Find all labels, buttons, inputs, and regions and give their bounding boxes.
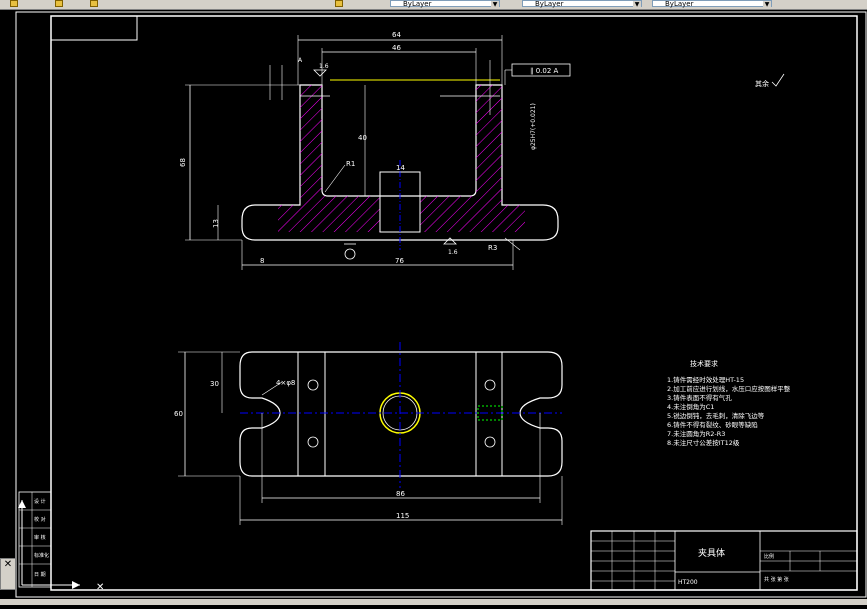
bolt-hole [307,379,319,391]
dim-span-inner: 86 [396,490,405,498]
chevron-down-icon[interactable]: ▼ [633,1,641,8]
tech-req-item: 6.铸件不得有裂纹、砂眼等缺陷 [667,420,758,429]
lock-icon[interactable] [90,0,98,7]
sheet-frame [50,15,858,591]
radius-label-2: R3 [488,244,497,252]
part-name: 夹具体 [698,547,725,559]
color-combo[interactable]: ByLayer ▼ [390,0,500,8]
dim-bottom-left: 8 [260,257,264,265]
technical-requirements: 技术要求 1.铸件需经时效处理HT-15 2.加工前应进行划线，水压口应按图样平… [667,359,791,447]
hatch-right [420,85,525,232]
dim-inner: 30 [210,380,219,388]
tech-req-item: 3.铸件表面不得有气孔 [667,393,732,402]
bolt-hole [484,379,496,391]
side-row: 设 计 [34,498,46,505]
dim-base-height: 13 [212,219,220,228]
roughness-top: 1.6 [319,63,329,70]
roughness-symbol-icon [443,237,457,245]
drawing-svg[interactable]: 64 46 68 40 13 76 8 14 R1 R3 1.6 1.6 ∥ 0… [0,9,867,605]
linetype-combo-value: ByLayer [535,0,564,8]
datum-circle-icon [344,248,356,260]
chevron-down-icon[interactable]: ▼ [763,1,771,8]
color-combo-value: ByLayer [403,0,432,8]
tech-req-item: 8.未注尺寸公差按IT12级 [667,438,740,447]
dim-top-outer: 64 [392,31,401,39]
tech-req-item: 1.铸件需经时效处理HT-15 [667,375,744,384]
tech-req-item: 2.加工前应进行划线，水压口应按图样平整 [667,384,791,393]
dim-inner-height: 40 [358,134,367,142]
dim-span-outer: 115 [396,512,409,520]
dim-left-height: 68 [179,158,187,167]
layer-previous-icon[interactable] [335,0,343,7]
roughness-symbol-icon [313,69,327,77]
side-row: 校 对 [34,516,46,523]
roughness-corner-note: 其余 [755,79,769,88]
datum-flag: ∥ 0.02 A [530,67,559,75]
roughness-check-icon [771,73,785,87]
lineweight-combo[interactable]: ByLayer ▼ [652,0,772,8]
top-view: 4×φ8 60 30 86 115 [174,342,563,525]
side-row: 标准化 [34,552,49,559]
ucs-icon: ✕ [18,500,104,593]
title-block: 夹具体 HT200 比例 共 张 第 张 [590,530,858,591]
side-note: φ25H7(+0.021) [530,103,537,150]
sheet-outer-border [15,11,867,598]
drawing-canvas[interactable]: 64 46 68 40 13 76 8 14 R1 R3 1.6 1.6 ∥ 0… [0,9,867,605]
datum-letter: A [298,57,303,64]
svg-text:✕: ✕ [96,582,104,593]
layer-icon[interactable] [10,0,18,7]
linetype-combo[interactable]: ByLayer ▼ [522,0,642,8]
bolt-hole [484,436,496,448]
radius-label: R1 [346,160,355,168]
side-row: 审 核 [34,534,46,541]
dim-bottom: 76 [395,257,404,265]
tech-req-title: 技术要求 [690,359,718,368]
bolt-hole [307,436,319,448]
side-row: 日 期 [34,572,46,578]
layer-state-icon[interactable] [55,0,63,7]
dim-width: 60 [174,410,183,418]
sheet-label: 共 张 第 张 [764,576,789,583]
top-view-outline [239,351,563,477]
dim-top-inner: 46 [392,44,401,52]
chevron-down-icon[interactable]: ▼ [491,1,499,8]
layout-tabs[interactable] [0,599,867,605]
lineweight-combo-value: ByLayer [665,0,694,8]
front-view: 64 46 68 40 13 76 8 14 R1 R3 1.6 1.6 ∥ 0… [179,31,571,270]
dim-slot: 14 [396,164,405,172]
tech-req-item: 5.锐边倒钝，去毛刺，清除飞边等 [667,411,765,420]
scale-label: 比例 [764,553,774,560]
tech-req-item: 7.未注圆角为R2-R3 [667,429,725,438]
close-icon[interactable]: ✕ [1,559,15,571]
drawing-number-box [50,15,138,41]
hole-label: 4×φ8 [276,379,295,387]
tool-palette[interactable]: ✕ [0,558,16,590]
roughness-bottom: 1.6 [448,249,458,256]
material: HT200 [678,579,698,586]
tech-req-item: 4.未注倒角为C1 [667,402,714,411]
